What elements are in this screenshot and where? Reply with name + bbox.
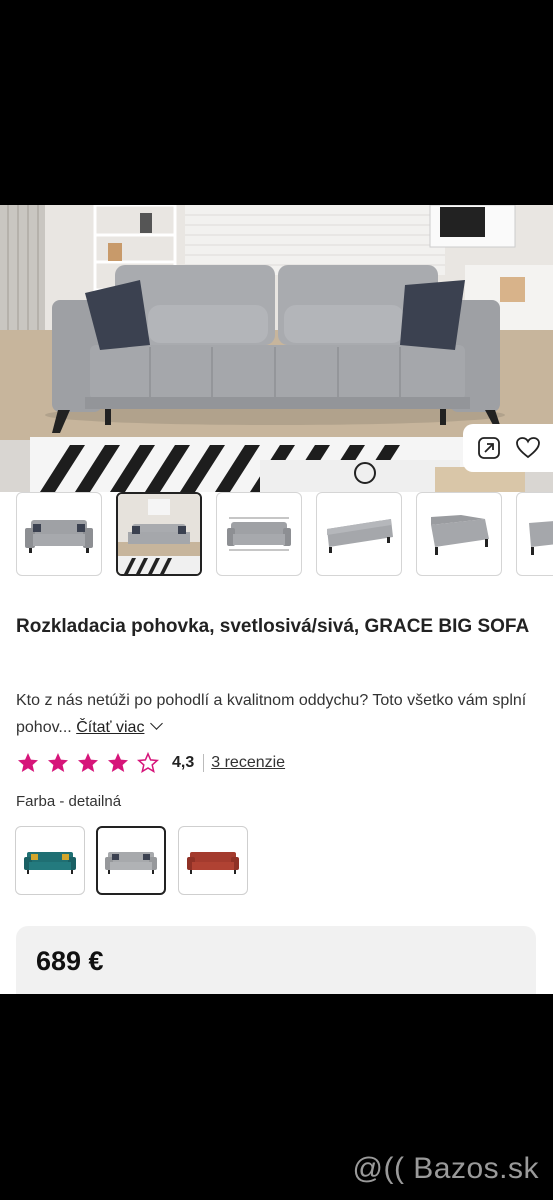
rating-score: 4,3 [172,754,195,771]
image-actions [463,424,553,472]
thumbnail-strip [16,492,553,578]
thumbnail-sofa-bed-open[interactable] [316,492,402,576]
star-full-icon [108,753,128,772]
rating-divider [203,754,205,772]
reviews-link[interactable]: 3 recenzie [211,754,285,772]
thumbnail-sofa-dimensions[interactable] [216,492,302,576]
product-description: Kto z nás netúži po pohodlí a kvalitnom … [16,687,536,741]
color-option-teal[interactable] [15,826,85,895]
color-label: Farba - detailná [16,793,122,810]
thumbnail-sofa-partial[interactable] [516,492,553,576]
color-option-light-gray[interactable] [96,826,166,895]
share-icon[interactable] [474,433,504,463]
thumbnail-sofa-side[interactable] [416,492,502,576]
heart-icon[interactable] [513,433,543,463]
top-black-bar [0,0,553,205]
product-title: Rozkladacia pohovka, svetlosivá/sivá, GR… [16,616,530,637]
watermark: @(( Bazos.sk [352,1152,539,1185]
star-full-icon [48,753,68,772]
chevron-down-icon[interactable] [150,717,164,730]
rating-row: 4,3 3 recenzie [16,750,285,776]
star-full-icon [78,753,98,772]
star-full-icon [18,753,38,772]
product-detail: Rozkladacia pohovka, svetlosivá/sivá, GR… [0,492,553,994]
star-empty-icon [136,751,160,773]
price-box: 689 € [16,926,536,994]
thumbnail-sofa-room[interactable] [116,492,202,576]
thumbnail-sofa-front[interactable] [16,492,102,576]
read-more-link[interactable]: Čítať viac [76,719,144,736]
product-price: 689 € [36,946,104,976]
color-option-rust-red[interactable] [178,826,248,895]
